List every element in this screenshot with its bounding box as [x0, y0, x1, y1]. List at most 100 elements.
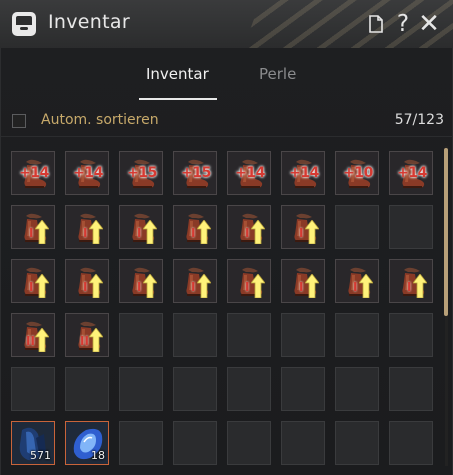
tier-mark: I	[299, 280, 304, 294]
inventory-slot[interactable]: I	[281, 259, 325, 303]
inventory-slot[interactable]	[389, 313, 433, 357]
inventory-slot[interactable]: I	[11, 259, 55, 303]
inventory-slot[interactable]: I	[173, 259, 217, 303]
inventory-slot[interactable]	[173, 421, 217, 465]
inventory-slot[interactable]: I	[119, 259, 163, 303]
inventory-slot[interactable]	[335, 205, 379, 249]
tier-mark: I	[29, 280, 34, 294]
inventory-slot[interactable]	[173, 313, 217, 357]
inventory-slot[interactable]	[335, 421, 379, 465]
tab-bar: Inventar Perle	[1, 48, 453, 100]
inventory-slot[interactable]	[227, 421, 271, 465]
inventory-slot[interactable]	[389, 367, 433, 411]
inventory-slot[interactable]: I	[227, 205, 271, 249]
upgrade-arrow-icon	[35, 220, 49, 244]
inventory-slot[interactable]	[335, 313, 379, 357]
tier-mark: II	[26, 334, 35, 348]
item-quantity: 18	[91, 449, 105, 462]
inventory-slot[interactable]	[65, 367, 109, 411]
sort-row: Autom. sortieren 57/123	[1, 106, 453, 136]
inventory-slot[interactable]: II	[11, 313, 55, 357]
inventory-slot[interactable]	[173, 367, 217, 411]
inventory-icon	[12, 12, 36, 36]
inventory-slot[interactable]: II	[65, 313, 109, 357]
capacity-count: 57/123	[394, 112, 444, 128]
scrollbar-thumb[interactable]	[444, 148, 448, 316]
window-title: Inventar	[48, 11, 130, 33]
close-icon[interactable]: ✕	[417, 10, 441, 38]
upgrade-arrow-icon	[89, 220, 103, 244]
item-quantity: 571	[30, 449, 51, 462]
title-bar[interactable]: Inventar ? ✕	[0, 0, 453, 49]
upgrade-arrow-icon	[251, 274, 265, 298]
enhancement-level: +15	[127, 165, 157, 181]
tier-mark: I	[83, 280, 88, 294]
inventory-slot[interactable]: +15	[119, 151, 163, 195]
tier-mark: I	[191, 280, 196, 294]
inventory-slot[interactable]	[227, 313, 271, 357]
upgrade-arrow-icon	[413, 274, 427, 298]
tab-perle[interactable]: Perle	[259, 65, 296, 83]
inventory-slot[interactable]: +14	[281, 151, 325, 195]
inventory-slot[interactable]: I	[11, 205, 55, 249]
inventory-slot[interactable]	[281, 367, 325, 411]
tab-inventar[interactable]: Inventar	[146, 65, 209, 83]
inventory-slot[interactable]	[389, 421, 433, 465]
inventory-slot[interactable]	[11, 367, 55, 411]
tier-mark: II	[80, 334, 89, 348]
inventory-slot[interactable]: 571	[11, 421, 55, 465]
inventory-slot[interactable]: 18	[65, 421, 109, 465]
upgrade-arrow-icon	[197, 274, 211, 298]
tier-mark: I	[191, 226, 196, 240]
inventory-slot[interactable]: I	[65, 205, 109, 249]
enhancement-level: +10	[343, 165, 373, 181]
inventory-slot[interactable]: +14	[11, 151, 55, 195]
tier-mark: I	[299, 226, 304, 240]
inventory-slot[interactable]: I	[173, 205, 217, 249]
inventory-slot[interactable]: +10	[335, 151, 379, 195]
inventory-slot[interactable]	[227, 367, 271, 411]
upgrade-arrow-icon	[35, 274, 49, 298]
help-icon[interactable]: ?	[391, 10, 415, 38]
inventory-slot[interactable]: +15	[173, 151, 217, 195]
inventory-slot[interactable]	[281, 421, 325, 465]
enhancement-level: +14	[397, 165, 427, 181]
upgrade-arrow-icon	[305, 220, 319, 244]
tier-mark: I	[407, 280, 412, 294]
inventory-slot[interactable]: I	[281, 205, 325, 249]
inventory-slot[interactable]: I	[119, 205, 163, 249]
upgrade-arrow-icon	[251, 220, 265, 244]
active-tab-indicator	[139, 98, 217, 100]
enhancement-level: +14	[19, 165, 49, 181]
inventory-slot[interactable]	[119, 367, 163, 411]
auto-sort-checkbox[interactable]	[12, 114, 26, 128]
inventory-slot[interactable]: I	[389, 259, 433, 303]
inventory-slot[interactable]: +14	[227, 151, 271, 195]
document-icon[interactable]	[364, 10, 388, 38]
enhancement-level: +15	[181, 165, 211, 181]
tier-mark: I	[83, 226, 88, 240]
inventory-slot[interactable]	[119, 313, 163, 357]
upgrade-arrow-icon	[89, 274, 103, 298]
inventory-slot[interactable]: I	[227, 259, 271, 303]
enhancement-level: +14	[289, 165, 319, 181]
inventory-slot[interactable]	[335, 367, 379, 411]
upgrade-arrow-icon	[89, 328, 103, 352]
upgrade-arrow-icon	[143, 220, 157, 244]
inventory-slot[interactable]: I	[335, 259, 379, 303]
inventory-slot[interactable]: I	[65, 259, 109, 303]
upgrade-arrow-icon	[35, 328, 49, 352]
enhancement-level: +14	[235, 165, 265, 181]
upgrade-arrow-icon	[359, 274, 373, 298]
inventory-slot[interactable]: +14	[389, 151, 433, 195]
inventory-panel: Inventar Perle Autom. sortieren 57/123 +…	[0, 48, 453, 475]
inventory-slot[interactable]	[281, 313, 325, 357]
tier-mark: I	[137, 280, 142, 294]
inventory-slot[interactable]: +14	[65, 151, 109, 195]
tier-mark: I	[353, 280, 358, 294]
inventory-slot[interactable]	[119, 421, 163, 465]
auto-sort-label[interactable]: Autom. sortieren	[41, 112, 159, 128]
inventory-slot[interactable]	[389, 205, 433, 249]
upgrade-arrow-icon	[305, 274, 319, 298]
tier-mark: I	[137, 226, 142, 240]
